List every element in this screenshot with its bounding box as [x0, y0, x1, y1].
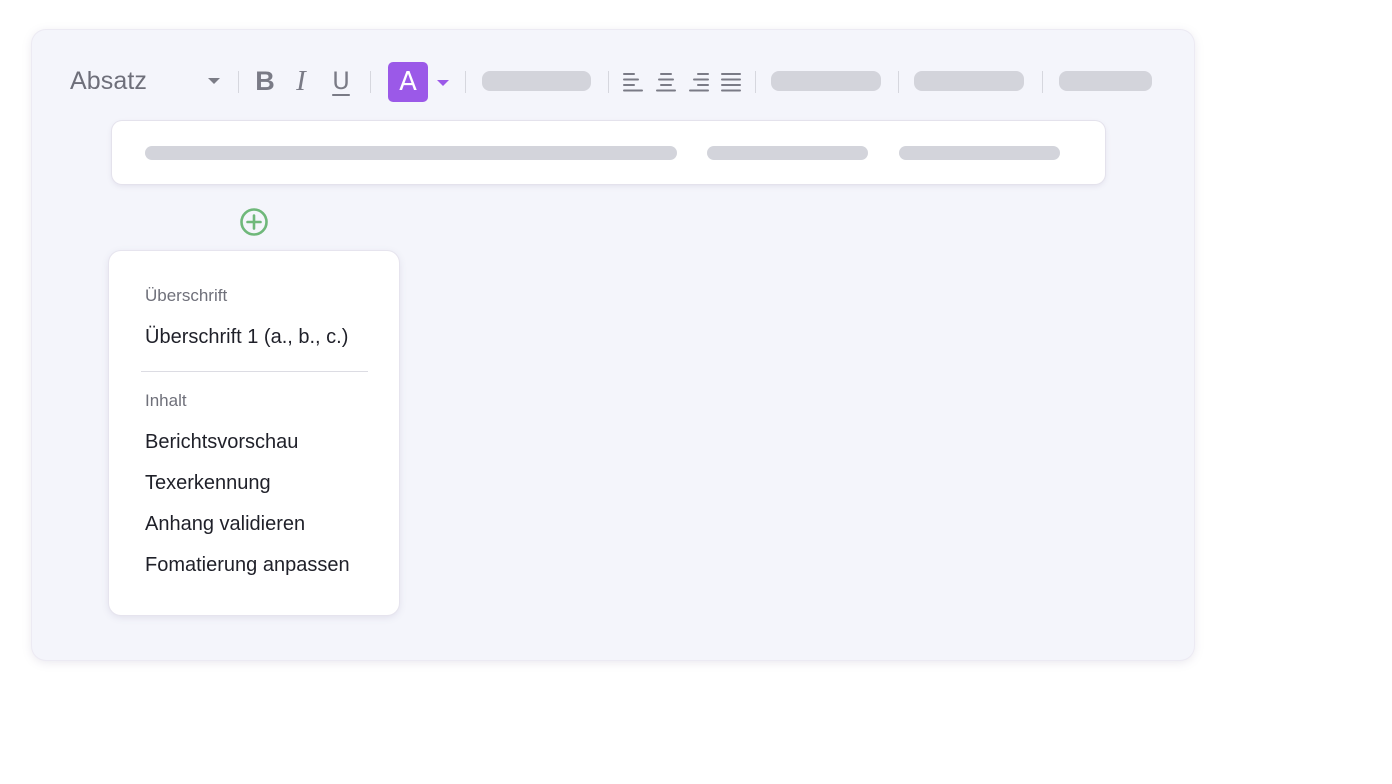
editor-card: Absatz B I U A Überschrift Überschrift 1…: [32, 30, 1194, 660]
menu-heading-ueberschrift: Überschrift: [145, 286, 228, 305]
menu-divider: [141, 371, 368, 372]
menu-heading-inhalt: Inhalt: [145, 391, 187, 410]
underline-button[interactable]: U: [325, 64, 357, 98]
paragraph-style-dropdown[interactable]: Absatz: [70, 64, 226, 98]
content-block[interactable]: [112, 121, 1105, 184]
menu-item-heading-1[interactable]: Überschrift 1 (a., b., c.): [145, 326, 348, 349]
toolbar-divider: [370, 71, 371, 93]
toolbar-placeholder: [914, 71, 1024, 91]
insert-menu: Überschrift Überschrift 1 (a., b., c.) I…: [109, 251, 399, 615]
paragraph-style-label: Absatz: [70, 66, 148, 95]
content-placeholder: [145, 146, 677, 160]
toolbar-divider: [238, 71, 239, 93]
menu-item-validate-attachment[interactable]: Anhang validieren: [145, 513, 305, 536]
align-right-icon[interactable]: [688, 70, 710, 94]
toolbar-divider: [465, 71, 466, 93]
align-justify-icon[interactable]: [720, 70, 742, 94]
plus-circle-icon[interactable]: [239, 207, 269, 237]
menu-item-report-preview[interactable]: Berichtsvorschau: [145, 431, 298, 454]
chevron-down-icon: [208, 78, 220, 84]
text-color-chevron-down-icon[interactable]: [437, 80, 449, 86]
content-placeholder: [899, 146, 1060, 160]
toolbar-placeholder: [482, 71, 591, 91]
italic-button[interactable]: I: [285, 64, 317, 98]
align-left-icon[interactable]: [622, 70, 644, 94]
menu-item-text-recognition[interactable]: Texerkennung: [145, 472, 271, 495]
bold-button[interactable]: B: [249, 64, 281, 98]
toolbar-divider: [608, 71, 609, 93]
toolbar-divider: [1042, 71, 1043, 93]
content-placeholder: [707, 146, 868, 160]
toolbar-divider: [898, 71, 899, 93]
align-center-icon[interactable]: [655, 70, 677, 94]
text-color-button[interactable]: A: [388, 62, 428, 102]
toolbar: Absatz B I U A: [32, 30, 1194, 132]
toolbar-divider: [755, 71, 756, 93]
menu-item-adjust-formatting[interactable]: Fomatierung anpassen: [145, 554, 350, 577]
toolbar-placeholder: [1059, 71, 1152, 91]
toolbar-placeholder: [771, 71, 881, 91]
